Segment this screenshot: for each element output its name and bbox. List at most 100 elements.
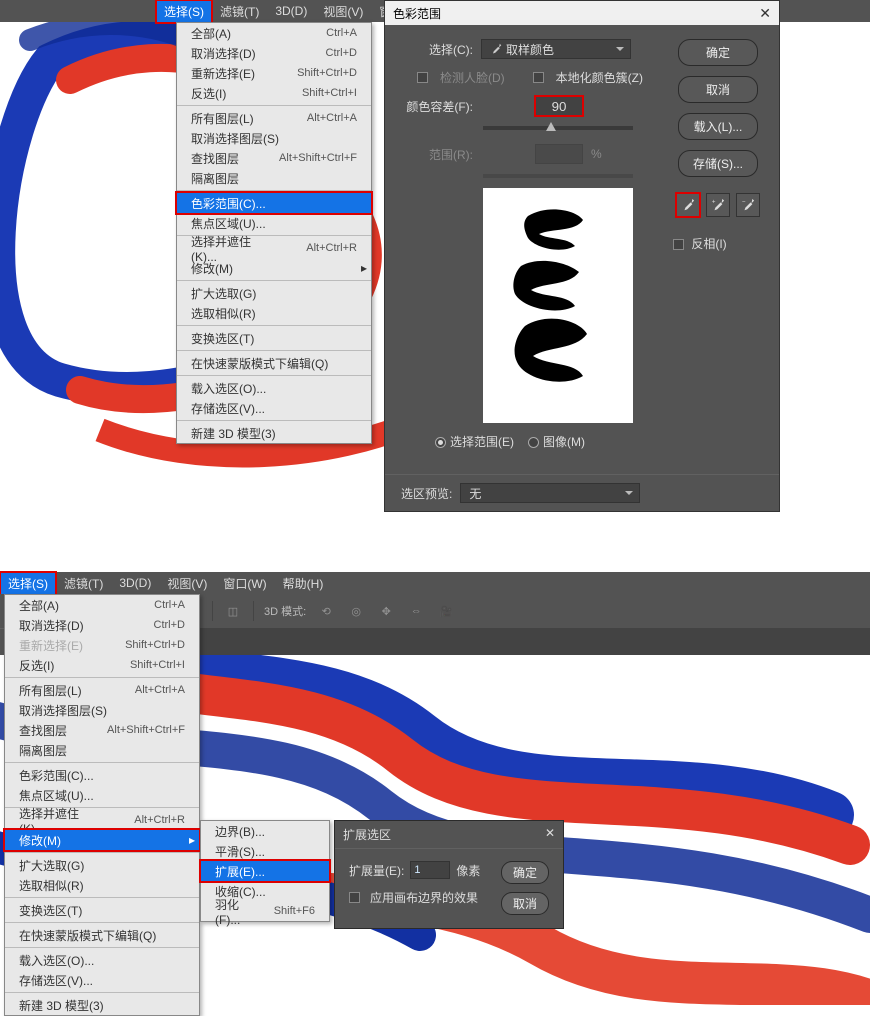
3d-pan-icon[interactable]: ✥ xyxy=(376,601,396,621)
submenu-item[interactable]: 羽化(F)...Shift+F6 xyxy=(201,901,329,921)
menu-item[interactable]: 取消选择图层(S) xyxy=(5,700,199,720)
3d-slide-icon[interactable]: ⇔ xyxy=(406,601,426,621)
submenu-item[interactable]: 扩展(E)... xyxy=(201,861,329,881)
menu-item[interactable]: 焦点区域(U)... xyxy=(5,785,199,805)
expand-amount-input[interactable] xyxy=(410,861,450,879)
cancel-button[interactable]: 取消 xyxy=(501,892,549,915)
3d-zoom-icon[interactable]: 🎥 xyxy=(436,601,456,621)
menu-item[interactable]: 修改(M)▸ xyxy=(5,830,199,850)
3d-roll-icon[interactable]: ◎ xyxy=(346,601,366,621)
3d-mode-label: 3D 模式: xyxy=(264,603,306,619)
menu-选择(S)[interactable]: 选择(S) xyxy=(156,0,212,23)
menu-item[interactable]: 变换选区(T) xyxy=(5,900,199,920)
menu-item[interactable]: 重新选择(E)Shift+Ctrl+D xyxy=(177,63,371,83)
menu-item[interactable]: 隔离图层 xyxy=(5,740,199,760)
menu-item[interactable]: 取消选择图层(S) xyxy=(177,128,371,148)
detect-faces-checkbox xyxy=(417,72,428,83)
dialog-titlebar[interactable]: 色彩范围 ✕ xyxy=(385,1,779,25)
menu-item[interactable]: 扩大选取(G) xyxy=(177,283,371,303)
invert-checkbox[interactable] xyxy=(673,239,684,250)
menu-item[interactable]: 所有图层(L)Alt+Ctrl+A xyxy=(177,108,371,128)
ok-button[interactable]: 确定 xyxy=(678,39,758,66)
detect-faces-label: 检测人脸(D) xyxy=(440,69,505,86)
menu-item[interactable]: 焦点区域(U)... xyxy=(177,213,371,233)
menu-item[interactable]: 反选(I)Shift+Ctrl+I xyxy=(5,655,199,675)
submenu-item[interactable]: 平滑(S)... xyxy=(201,841,329,861)
menu-item[interactable]: 所有图层(L)Alt+Ctrl+A xyxy=(5,680,199,700)
menu-item[interactable]: 修改(M)▸ xyxy=(177,258,371,278)
menu-item[interactable]: 全部(A)Ctrl+A xyxy=(177,23,371,43)
fuzziness-label: 颜色容差(F): xyxy=(401,98,473,115)
cancel-button[interactable]: 取消 xyxy=(678,76,758,103)
menu-item[interactable]: 隔离图层 xyxy=(177,168,371,188)
ok-button[interactable]: 确定 xyxy=(501,861,549,884)
menu-item[interactable]: 扩大选取(G) xyxy=(5,855,199,875)
menu-选择(S)[interactable]: 选择(S) xyxy=(0,572,56,595)
range-slider xyxy=(483,174,633,178)
menu-item[interactable]: 选取相似(R) xyxy=(177,303,371,323)
apply-canvas-checkbox[interactable] xyxy=(349,892,360,903)
save-button[interactable]: 存储(S)... xyxy=(678,150,758,177)
dialog-title: 色彩范围 xyxy=(393,5,441,22)
menu-滤镜(T)[interactable]: 滤镜(T) xyxy=(56,572,111,595)
3d-orbit-icon[interactable]: ⟲ xyxy=(316,601,336,621)
menu-item[interactable]: 在快速蒙版模式下编辑(Q) xyxy=(177,353,371,373)
color-range-dialog: 色彩范围 ✕ 选择(C): 取样颜色 检测人脸(D) 本地化颜色簇(Z) xyxy=(384,0,780,512)
select-mode-dropdown[interactable]: 取样颜色 xyxy=(481,39,631,59)
select-menu-dropdown-2: 全部(A)Ctrl+A取消选择(D)Ctrl+D重新选择(E)Shift+Ctr… xyxy=(4,594,200,1016)
eyedropper-subtract-icon[interactable]: − xyxy=(736,193,760,217)
preview-label: 选区预览: xyxy=(401,485,452,502)
selection-radio[interactable] xyxy=(435,437,446,448)
fuzziness-input[interactable] xyxy=(535,96,583,116)
image-radio[interactable] xyxy=(528,437,539,448)
menu-item[interactable]: 存储选区(V)... xyxy=(177,398,371,418)
menu-item[interactable]: 载入选区(O)... xyxy=(177,378,371,398)
modify-submenu: 边界(B)...平滑(S)...扩展(E)...收缩(C)...羽化(F)...… xyxy=(200,820,330,922)
menu-视图(V)[interactable]: 视图(V) xyxy=(315,0,371,23)
menu-item[interactable]: 选取相似(R) xyxy=(5,875,199,895)
localized-colors-label: 本地化颜色簇(Z) xyxy=(556,69,643,86)
menu-item[interactable]: 取消选择(D)Ctrl+D xyxy=(177,43,371,63)
menu-3D(D)[interactable]: 3D(D) xyxy=(267,1,315,21)
menu-item[interactable]: 反选(I)Shift+Ctrl+I xyxy=(177,83,371,103)
close-icon[interactable]: ✕ xyxy=(545,826,555,843)
submenu-item[interactable]: 边界(B)... xyxy=(201,821,329,841)
selection-preview-dropdown[interactable]: 无 xyxy=(460,483,640,503)
eyedropper-add-icon[interactable]: + xyxy=(706,193,730,217)
menu-滤镜(T)[interactable]: 滤镜(T) xyxy=(212,0,267,23)
menu-item[interactable]: 色彩范围(C)... xyxy=(5,765,199,785)
menu-帮助(H)[interactable]: 帮助(H) xyxy=(275,572,332,595)
menu-item[interactable]: 在快速蒙版模式下编辑(Q) xyxy=(5,925,199,945)
menu-item[interactable]: 选择并遮住(K)...Alt+Ctrl+R xyxy=(177,238,371,258)
menu-item[interactable]: 新建 3D 模型(3) xyxy=(5,995,199,1015)
select-label: 选择(C): xyxy=(401,41,473,58)
close-icon[interactable]: ✕ xyxy=(759,5,771,22)
tool-icon[interactable]: ◫ xyxy=(223,601,243,621)
menu-item[interactable]: 新建 3D 模型(3) xyxy=(177,423,371,443)
menu-item[interactable]: 全部(A)Ctrl+A xyxy=(5,595,199,615)
range-label: 范围(R): xyxy=(401,146,473,163)
load-button[interactable]: 载入(L)... xyxy=(678,113,758,140)
menu-item[interactable]: 变换选区(T) xyxy=(177,328,371,348)
dialog-title: 扩展选区 xyxy=(343,826,391,843)
menu-item[interactable]: 选择并遮住(K)...Alt+Ctrl+R xyxy=(5,810,199,830)
menu-item[interactable]: 存储选区(V)... xyxy=(5,970,199,990)
apply-canvas-label: 应用画布边界的效果 xyxy=(370,889,478,906)
menu-item: 重新选择(E)Shift+Ctrl+D xyxy=(5,635,199,655)
svg-text:−: − xyxy=(742,198,746,205)
menu-3D(D)[interactable]: 3D(D) xyxy=(111,573,159,593)
select-menu-dropdown: 全部(A)Ctrl+A取消选择(D)Ctrl+D重新选择(E)Shift+Ctr… xyxy=(176,22,372,444)
menu-视图(V)[interactable]: 视图(V) xyxy=(159,572,215,595)
menu-item[interactable]: 载入选区(O)... xyxy=(5,950,199,970)
menu-item[interactable]: 查找图层Alt+Shift+Ctrl+F xyxy=(177,148,371,168)
eyedropper-icon[interactable] xyxy=(676,193,700,217)
menu-窗口(W)[interactable]: 窗口(W) xyxy=(215,572,274,595)
svg-text:+: + xyxy=(712,198,716,205)
fuzziness-slider[interactable] xyxy=(483,126,633,130)
localized-colors-checkbox[interactable] xyxy=(533,72,544,83)
dialog-titlebar[interactable]: 扩展选区 ✕ xyxy=(335,821,563,849)
preview-image xyxy=(483,188,633,423)
menu-item[interactable]: 色彩范围(C)... xyxy=(177,193,371,213)
menu-item[interactable]: 取消选择(D)Ctrl+D xyxy=(5,615,199,635)
menu-item[interactable]: 查找图层Alt+Shift+Ctrl+F xyxy=(5,720,199,740)
